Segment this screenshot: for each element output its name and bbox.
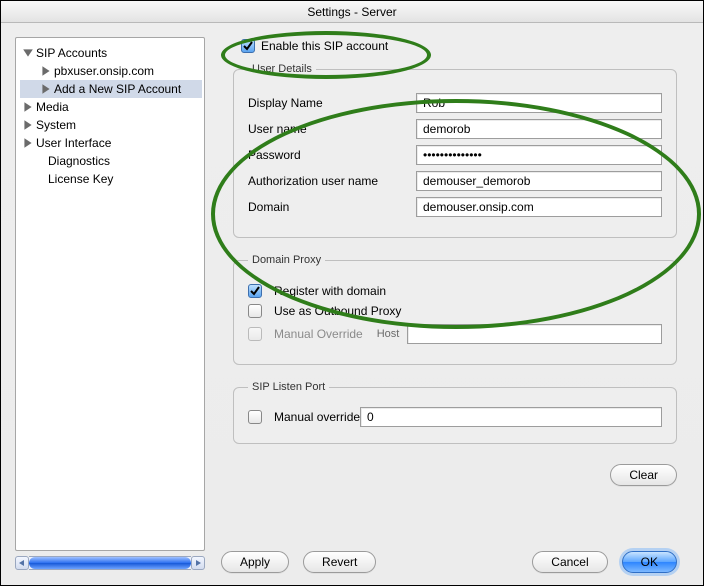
tree-item-pbxuser[interactable]: pbxuser.onsip.com <box>20 62 202 80</box>
cancel-button[interactable]: Cancel <box>532 551 607 573</box>
host-input[interactable] <box>407 324 662 344</box>
domain-proxy-group: Domain Proxy Register with domain Use a <box>233 254 677 365</box>
manual-override-proxy-label: Manual Override <box>274 327 363 341</box>
user-details-group: User Details Display Name User name Pass… <box>233 63 677 238</box>
disclosure-triangle-right-icon[interactable] <box>22 101 34 113</box>
auth-user-input[interactable] <box>416 171 662 191</box>
content-pane: Enable this SIP account User Details Dis… <box>205 37 689 571</box>
outbound-proxy-label: Use as Outbound Proxy <box>274 304 401 318</box>
apply-button[interactable]: Apply <box>221 551 289 573</box>
disclosure-triangle-right-icon[interactable] <box>40 83 52 95</box>
enable-sip-account-label: Enable this SIP account <box>261 39 388 53</box>
user-details-legend: User Details <box>248 63 316 75</box>
sidebar-wrap: SIP Accounts pbxuser.onsip.com Add a New… <box>15 37 205 571</box>
user-name-label: User name <box>248 122 416 136</box>
scroll-right-button[interactable] <box>191 556 205 570</box>
register-with-domain-checkbox[interactable] <box>248 284 262 298</box>
tree-item-diagnostics[interactable]: Diagnostics <box>20 152 202 170</box>
tree-label: Media <box>36 100 69 114</box>
tree-label: User Interface <box>36 136 111 150</box>
tree-label: pbxuser.onsip.com <box>54 64 154 78</box>
settings-window: Settings - Server SIP Accounts <box>0 0 704 586</box>
tree-label: System <box>36 118 76 132</box>
scroll-track[interactable] <box>29 556 191 570</box>
display-name-label: Display Name <box>248 96 416 110</box>
tree-label: SIP Accounts <box>36 46 107 60</box>
sidebar-tree[interactable]: SIP Accounts pbxuser.onsip.com Add a New… <box>15 37 205 551</box>
window-body: SIP Accounts pbxuser.onsip.com Add a New… <box>1 23 703 585</box>
disclosure-triangle-right-icon[interactable] <box>22 119 34 131</box>
disclosure-triangle-right-icon[interactable] <box>40 65 52 77</box>
enable-sip-account-row: Enable this SIP account <box>241 39 689 53</box>
outbound-proxy-checkbox[interactable] <box>248 304 262 318</box>
scroll-thumb[interactable] <box>29 557 191 569</box>
display-name-input[interactable] <box>416 93 662 113</box>
disclosure-triangle-down-icon[interactable] <box>22 47 34 59</box>
manual-override-port-checkbox[interactable] <box>248 410 262 424</box>
tree-item-add-sip-account[interactable]: Add a New SIP Account <box>20 80 202 98</box>
domain-proxy-legend: Domain Proxy <box>248 254 325 266</box>
register-with-domain-label: Register with domain <box>274 284 386 298</box>
user-name-input[interactable] <box>416 119 662 139</box>
button-row: Apply Revert Cancel OK <box>221 551 677 573</box>
manual-override-proxy-checkbox[interactable] <box>248 327 262 341</box>
auth-user-label: Authorization user name <box>248 174 416 188</box>
domain-label: Domain <box>248 200 416 214</box>
revert-button[interactable]: Revert <box>303 551 376 573</box>
tree-item-user-interface[interactable]: User Interface <box>20 134 202 152</box>
tree-item-sip-accounts[interactable]: SIP Accounts <box>20 44 202 62</box>
tree-item-license-key[interactable]: License Key <box>20 170 202 188</box>
host-label: Host <box>377 328 400 340</box>
tree-item-media[interactable]: Media <box>20 98 202 116</box>
domain-input[interactable] <box>416 197 662 217</box>
window-title: Settings - Server <box>307 5 396 19</box>
disclosure-triangle-right-icon[interactable] <box>22 137 34 149</box>
tree-label: Diagnostics <box>48 154 110 168</box>
horizontal-scrollbar[interactable] <box>15 555 205 571</box>
ok-button[interactable]: OK <box>622 551 677 573</box>
titlebar: Settings - Server <box>1 1 703 23</box>
enable-sip-account-checkbox[interactable] <box>241 39 255 53</box>
password-label: Password <box>248 148 416 162</box>
listen-port-input[interactable] <box>360 407 662 427</box>
sip-listen-port-legend: SIP Listen Port <box>248 381 329 393</box>
password-input[interactable] <box>416 145 662 165</box>
sip-listen-port-group: SIP Listen Port Manual override <box>233 381 677 444</box>
tree-item-system[interactable]: System <box>20 116 202 134</box>
clear-button[interactable]: Clear <box>610 464 677 486</box>
scroll-left-button[interactable] <box>15 556 29 570</box>
tree-label: License Key <box>48 172 113 186</box>
tree-label: Add a New SIP Account <box>54 82 181 96</box>
manual-override-port-label: Manual override <box>274 410 360 424</box>
